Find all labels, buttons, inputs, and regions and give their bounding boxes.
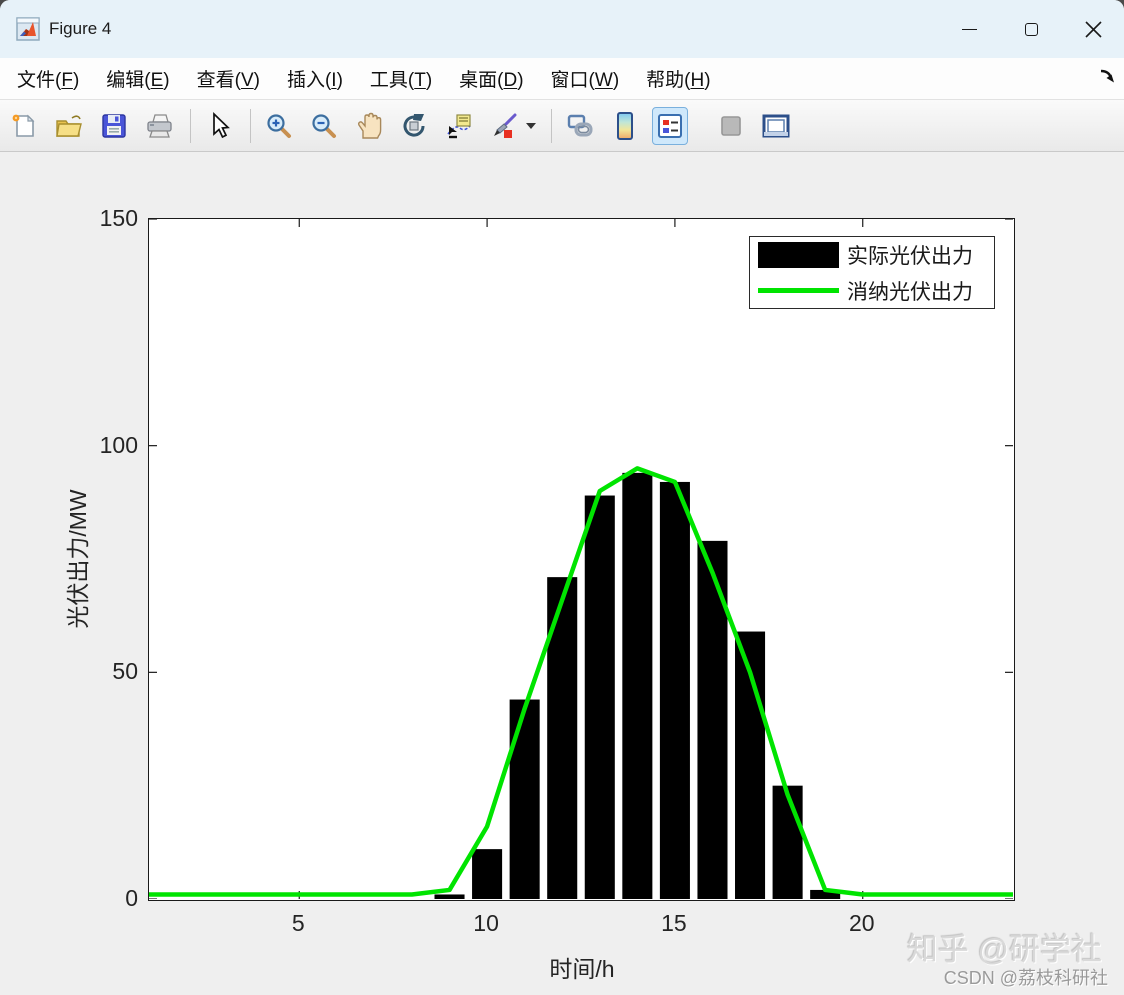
- maximize-icon: [1024, 22, 1038, 36]
- figure-window: Figure 4 文件(F) 编辑(E) 查看(V) 插入(I) 工具(T) 桌面(D) 窗…: [0, 0, 1124, 995]
- dock-figure-icon[interactable]: [758, 107, 794, 145]
- toolbar: [0, 100, 1124, 152]
- open-file-icon[interactable]: [51, 107, 87, 145]
- watermark-csdn: CSDN @荔枝科研社: [943, 968, 1108, 988]
- maximize-button[interactable]: [1000, 0, 1062, 58]
- close-button[interactable]: [1062, 0, 1124, 58]
- menu-T[interactable]: 工具(T): [363, 61, 439, 96]
- zoom-out-icon[interactable]: [306, 107, 342, 145]
- print-figure-icon[interactable]: [141, 107, 177, 145]
- new-figure-icon[interactable]: [6, 107, 42, 145]
- insert-legend-icon[interactable]: [652, 106, 688, 145]
- pan-hand-icon[interactable]: [351, 107, 387, 145]
- minimize-icon: [961, 28, 977, 30]
- link-plot-icon[interactable]: [562, 107, 598, 145]
- brush-data-icon[interactable]: [486, 107, 522, 145]
- data-cursor-icon[interactable]: [441, 107, 477, 145]
- menu-bar: 文件(F) 编辑(E) 查看(V) 插入(I) 工具(T) 桌面(D) 窗口(W) 帮助(H): [0, 58, 1124, 100]
- toolbar-separator: [250, 108, 251, 143]
- save-figure-icon[interactable]: [96, 107, 132, 145]
- plottools-disabled-icon: [713, 107, 749, 145]
- legend-label-actual: 实际光伏出力: [847, 244, 973, 268]
- edit-plot-arrow-icon[interactable]: [201, 107, 237, 145]
- menu-D[interactable]: 桌面(D): [452, 61, 530, 96]
- x-tick-20: 20: [848, 910, 875, 936]
- watermark-zhihu: 知乎 @研学社: [906, 932, 1102, 967]
- menu-E[interactable]: 编辑(E): [99, 61, 176, 96]
- legend-bar-swatch: [758, 241, 839, 268]
- legend-line-swatch: [758, 288, 839, 293]
- menu-F[interactable]: 文件(F): [10, 61, 86, 96]
- window-title: Figure 4: [49, 19, 112, 38]
- x-tick-15: 15: [661, 910, 687, 936]
- menu-V[interactable]: 查看(V): [190, 61, 267, 96]
- toolbar-separator: [190, 108, 191, 143]
- legend[interactable]: 实际光伏出力 消纳光伏出力: [749, 236, 995, 309]
- toolbar-separator: [551, 108, 552, 143]
- plot-area[interactable]: [148, 218, 1015, 901]
- y-axis-label: 光伏出力/MW: [65, 489, 91, 629]
- menu-W[interactable]: 窗口(W): [544, 61, 627, 96]
- menu-I[interactable]: 插入(I): [280, 61, 350, 96]
- legend-row-actual: 实际光伏出力: [750, 240, 994, 270]
- minimize-button[interactable]: [938, 0, 1000, 58]
- menu-H[interactable]: 帮助(H): [639, 61, 717, 96]
- y-tick-0: 0: [125, 885, 138, 911]
- title-bar: Figure 4: [0, 0, 1124, 58]
- y-tick-100: 100: [99, 431, 138, 458]
- x-tick-5: 5: [291, 910, 305, 936]
- legend-row-consumed: 消纳光伏出力: [750, 276, 994, 306]
- insert-colorbar-icon[interactable]: [607, 107, 643, 145]
- dock-arrow-icon[interactable]: [1098, 67, 1116, 85]
- matlab-logo-icon: [16, 17, 40, 41]
- zoom-in-icon[interactable]: [261, 107, 297, 145]
- rotate-3d-icon[interactable]: [396, 107, 432, 145]
- x-axis-label: 时间/h: [549, 956, 615, 982]
- figure-canvas[interactable]: 0 50 100 150 5 10 15 20 光伏出力/MW 时间/h 实际光伏出力 消纳光…: [0, 152, 1124, 995]
- legend-label-consumed: 消纳光伏出力: [847, 280, 973, 304]
- y-tick-150: 150: [99, 205, 138, 231]
- y-tick-50: 50: [112, 658, 138, 685]
- close-icon: [1084, 20, 1102, 38]
- x-tick-10: 10: [473, 910, 499, 936]
- brush-dropdown-icon[interactable]: [523, 107, 538, 145]
